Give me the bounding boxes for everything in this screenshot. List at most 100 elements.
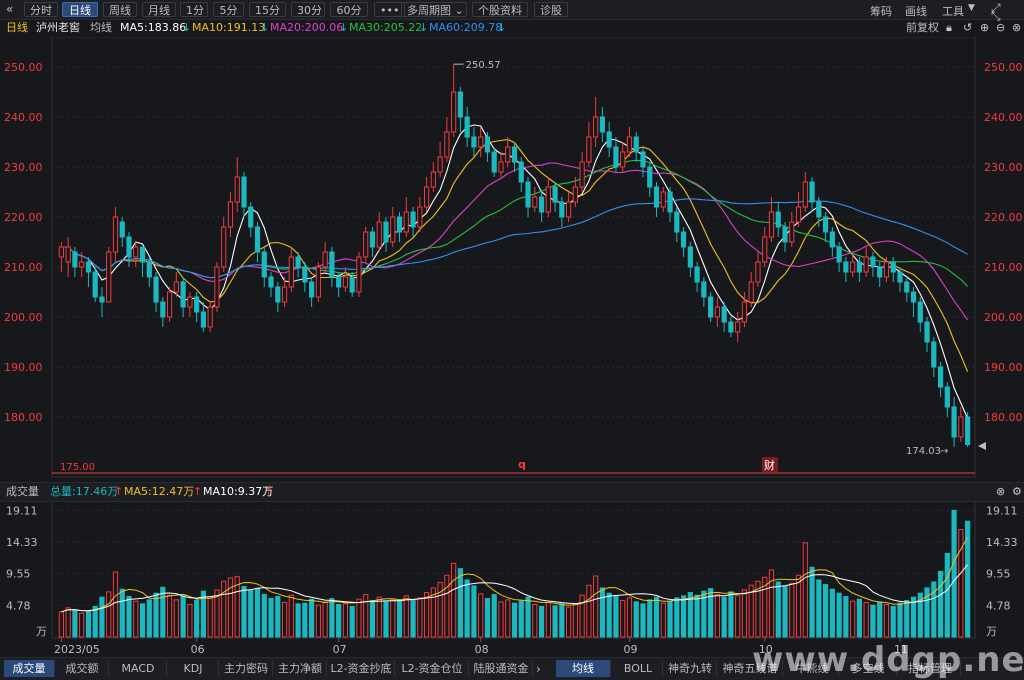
candle[interactable] <box>917 297 923 332</box>
candle[interactable] <box>721 302 727 332</box>
volume-bar[interactable] <box>545 602 551 638</box>
volume-bar[interactable] <box>741 589 748 638</box>
volume-bar[interactable] <box>748 584 754 638</box>
volume-bar[interactable] <box>65 607 71 638</box>
volume-bar[interactable] <box>525 596 531 638</box>
candle[interactable] <box>809 177 815 212</box>
volume-bar[interactable] <box>288 594 294 638</box>
volume-bar[interactable] <box>782 586 788 638</box>
candle[interactable] <box>775 202 781 237</box>
volume-bar[interactable] <box>478 593 484 638</box>
volume-bar[interactable] <box>518 600 524 638</box>
volume-bar[interactable] <box>471 585 477 638</box>
candle[interactable] <box>396 212 403 242</box>
candle[interactable] <box>883 257 890 282</box>
candle[interactable] <box>593 97 599 147</box>
period-button[interactable]: 周线 <box>103 2 137 17</box>
volume-bar[interactable] <box>660 602 666 638</box>
volume-bar[interactable] <box>937 570 944 638</box>
candle[interactable] <box>65 237 71 277</box>
candle[interactable] <box>309 277 315 307</box>
volume-bar[interactable] <box>112 571 119 638</box>
volume-bar[interactable] <box>775 581 781 638</box>
candle[interactable] <box>227 192 234 237</box>
volume-bar[interactable] <box>451 562 457 638</box>
volume-bar[interactable] <box>423 592 430 638</box>
volume-bar[interactable] <box>315 604 321 638</box>
volume-bar[interactable] <box>816 579 822 638</box>
candle[interactable] <box>160 297 166 327</box>
volume-bar[interactable] <box>640 603 646 638</box>
volume-bar[interactable] <box>877 601 883 638</box>
period-button[interactable]: 日线 <box>62 2 98 17</box>
volume-bar[interactable] <box>653 596 660 638</box>
candle[interactable] <box>714 297 720 327</box>
close-icon[interactable]: ⊗ <box>1012 19 1021 37</box>
candle[interactable] <box>457 87 463 132</box>
volume-bar[interactable] <box>721 596 727 638</box>
volume-bar[interactable] <box>491 594 497 638</box>
volume-bar[interactable] <box>160 586 166 638</box>
candle[interactable] <box>133 242 139 267</box>
volume-bar[interactable] <box>396 599 403 638</box>
candle[interactable] <box>288 247 294 292</box>
candle[interactable] <box>369 227 376 257</box>
chips-button[interactable]: 筹码 <box>870 3 892 19</box>
indicator-tab[interactable]: MACD <box>110 660 167 677</box>
candle[interactable] <box>85 257 92 287</box>
candle[interactable] <box>877 262 883 287</box>
volume-bar[interactable] <box>146 599 152 638</box>
volume-bar[interactable] <box>207 598 213 638</box>
zoom-out-icon[interactable]: ⊖ <box>996 19 1005 37</box>
candle[interactable] <box>302 262 308 292</box>
volume-bar[interactable] <box>904 600 910 638</box>
volume-bar[interactable] <box>356 598 362 638</box>
candle[interactable] <box>329 247 335 287</box>
candle[interactable] <box>403 197 409 237</box>
volume-bar[interactable] <box>281 602 288 638</box>
candle[interactable] <box>559 197 565 227</box>
candle[interactable] <box>633 132 639 162</box>
refresh-icon[interactable]: ↺ <box>963 19 972 37</box>
candle[interactable] <box>701 277 707 307</box>
candle[interactable] <box>430 162 436 192</box>
volume-bar[interactable] <box>342 603 349 638</box>
lock-icon[interactable]: 🔒︎ <box>946 19 952 37</box>
candle[interactable] <box>782 222 788 252</box>
candle[interactable] <box>870 252 876 277</box>
candle[interactable] <box>924 317 930 352</box>
candle[interactable] <box>471 127 477 157</box>
candle[interactable] <box>505 137 511 167</box>
candle[interactable] <box>248 202 254 237</box>
double-chevron-left-icon[interactable]: « <box>6 2 13 16</box>
volume-bar[interactable] <box>417 597 423 638</box>
period-button[interactable]: 1分 <box>180 2 208 17</box>
volume-bar[interactable] <box>958 529 964 638</box>
volume-bar[interactable] <box>187 604 193 638</box>
volume-bar[interactable] <box>910 596 917 638</box>
candle[interactable] <box>802 172 808 212</box>
volume-bar[interactable] <box>194 600 200 638</box>
candle[interactable] <box>187 292 193 317</box>
volume-bar[interactable] <box>390 598 396 638</box>
candle[interactable] <box>261 247 267 287</box>
indicator-tab[interactable]: 主力净额 <box>274 660 327 677</box>
volume-bar[interactable] <box>295 603 301 638</box>
candle[interactable] <box>126 232 132 267</box>
candle[interactable] <box>478 127 484 157</box>
candle[interactable] <box>647 162 653 197</box>
candle[interactable] <box>755 252 761 287</box>
candle[interactable] <box>931 337 937 377</box>
candle[interactable] <box>944 382 950 417</box>
volume-bar[interactable] <box>951 509 957 638</box>
candle[interactable] <box>586 122 592 167</box>
volume-bar[interactable] <box>464 579 470 638</box>
volume-bar[interactable] <box>180 595 186 638</box>
volume-bar[interactable] <box>336 604 342 638</box>
candle[interactable] <box>965 412 971 447</box>
candle[interactable] <box>748 272 754 307</box>
volume-bar[interactable] <box>944 552 950 638</box>
overlay-tab[interactable]: 神奇九转 <box>664 660 717 677</box>
overlay-tab[interactable]: BOLL <box>614 660 663 677</box>
candle[interactable] <box>356 252 362 297</box>
